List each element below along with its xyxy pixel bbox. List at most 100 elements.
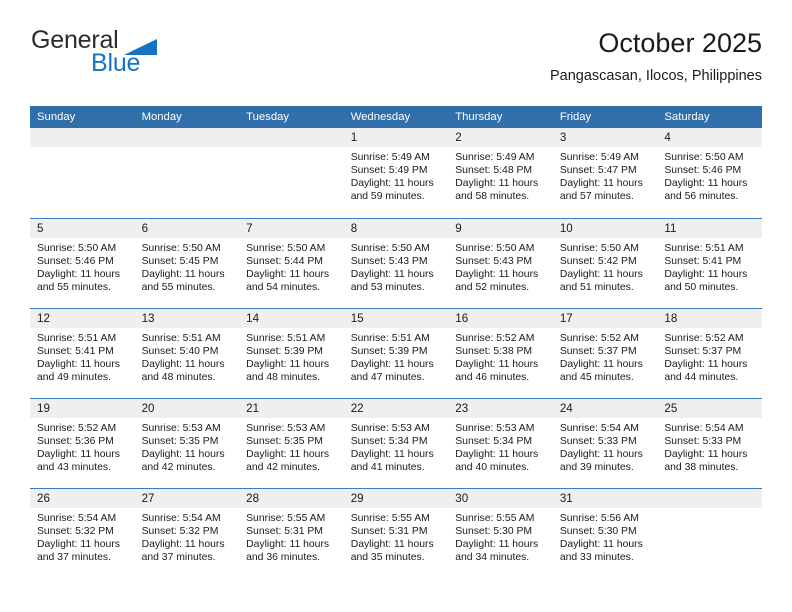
daylight-text-line2: and 43 minutes. bbox=[37, 461, 111, 473]
day-number: 23 bbox=[448, 398, 553, 418]
day-cell-inner bbox=[239, 128, 344, 218]
day-cell-inner: 23 Sunrise: 5:53 AM Sunset: 5:34 PM Dayligh… bbox=[448, 398, 553, 488]
daylight-text-line1: Daylight: 11 hours bbox=[664, 448, 748, 460]
day-number: 28 bbox=[239, 488, 344, 508]
daylight-text-line1: Daylight: 11 hours bbox=[37, 268, 120, 280]
weekday-header-tuesday: Tuesday bbox=[239, 106, 344, 128]
sunset-text: Sunset: 5:43 PM bbox=[455, 255, 533, 267]
daylight-text-line2: and 39 minutes. bbox=[559, 461, 634, 473]
day-number: 1 bbox=[343, 128, 449, 147]
day-number: 4 bbox=[657, 128, 762, 147]
daylight-text-line2: and 51 minutes. bbox=[559, 281, 634, 293]
calendar-day-cell[interactable]: 16 Sunrise: 5:52 AM Sunset: 5:38 PM Dayligh… bbox=[448, 307, 553, 398]
day-number: 29 bbox=[343, 488, 449, 508]
day-details: Sunrise: 5:54 AM Sunset: 5:33 PM Daylight:… bbox=[553, 418, 658, 474]
day-cell-inner: 25 Sunrise: 5:54 AM Sunset: 5:33 PM Dayligh… bbox=[657, 398, 762, 488]
daylight-text-line1: Daylight: 11 hours bbox=[141, 538, 225, 550]
calendar-day-cell[interactable]: 28 Sunrise: 5:55 AM Sunset: 5:31 PM Dayligh… bbox=[239, 487, 344, 579]
daylight-text-line1: Daylight: 11 hours bbox=[246, 268, 330, 280]
day-number bbox=[134, 128, 240, 147]
daylight-text-line2: and 52 minutes. bbox=[455, 281, 530, 293]
daylight-text-line2: and 44 minutes. bbox=[664, 371, 739, 383]
daylight-text-line2: and 42 minutes. bbox=[141, 461, 216, 473]
calendar-day-cell[interactable]: 20 Sunrise: 5:53 AM Sunset: 5:35 PM Dayligh… bbox=[134, 397, 240, 488]
sunset-text: Sunset: 5:39 PM bbox=[350, 345, 428, 357]
calendar-day-cell[interactable]: 3 Sunrise: 5:49 AM Sunset: 5:47 PM Daylight… bbox=[552, 128, 658, 218]
daylight-text-line2: and 57 minutes. bbox=[559, 191, 634, 203]
sunset-text: Sunset: 5:32 PM bbox=[141, 525, 219, 537]
calendar-day-cell[interactable]: 19 Sunrise: 5:52 AM Sunset: 5:36 PM Dayligh… bbox=[30, 397, 135, 488]
calendar-day-cell[interactable]: 18 Sunrise: 5:52 AM Sunset: 5:37 PM Dayligh… bbox=[657, 307, 762, 398]
calendar-table: Sunday Monday Tuesday Wednesday Thursday Frid… bbox=[30, 106, 762, 578]
day-details: Sunrise: 5:50 AM Sunset: 5:43 PM Daylight:… bbox=[448, 238, 553, 294]
day-details: Sunrise: 5:49 AM Sunset: 5:49 PM Daylight:… bbox=[344, 147, 449, 203]
calendar-day-cell[interactable]: 25 Sunrise: 5:54 AM Sunset: 5:33 PM Dayligh… bbox=[657, 397, 762, 488]
day-cell-inner: 27 Sunrise: 5:54 AM Sunset: 5:32 PM Dayligh… bbox=[134, 488, 240, 579]
calendar-day-cell[interactable]: 27 Sunrise: 5:54 AM Sunset: 5:32 PM Dayligh… bbox=[134, 487, 240, 579]
daylight-text-line2: and 50 minutes. bbox=[664, 281, 739, 293]
day-cell-inner: 16 Sunrise: 5:52 AM Sunset: 5:38 PM Dayligh… bbox=[448, 308, 553, 398]
sunset-text: Sunset: 5:30 PM bbox=[559, 525, 637, 537]
day-cell-inner: 28 Sunrise: 5:55 AM Sunset: 5:31 PM Dayligh… bbox=[239, 488, 344, 579]
calendar-day-cell[interactable]: 1 Sunrise: 5:49 AM Sunset: 5:49 PM Daylight… bbox=[343, 128, 449, 218]
calendar-day-cell[interactable]: 26 Sunrise: 5:54 AM Sunset: 5:32 PM Dayligh… bbox=[30, 487, 135, 578]
day-number: 10 bbox=[552, 218, 658, 238]
day-details: Sunrise: 5:52 AM Sunset: 5:36 PM Daylight:… bbox=[30, 418, 135, 474]
sunrise-text: Sunrise: 5:54 AM bbox=[664, 422, 744, 434]
day-details: Sunrise: 5:51 AM Sunset: 5:41 PM Daylight:… bbox=[657, 238, 762, 294]
calendar-day-cell[interactable]: 24 Sunrise: 5:54 AM Sunset: 5:33 PM Dayligh… bbox=[552, 397, 658, 488]
daylight-text-line1: Daylight: 11 hours bbox=[141, 448, 225, 460]
day-cell-inner: 15 Sunrise: 5:51 AM Sunset: 5:39 PM Dayligh… bbox=[343, 308, 449, 398]
calendar-day-cell[interactable]: 7 Sunrise: 5:50 AM Sunset: 5:44 PM Daylight… bbox=[239, 217, 344, 308]
calendar-day-cell[interactable]: 13 Sunrise: 5:51 AM Sunset: 5:40 PM Dayligh… bbox=[134, 307, 240, 398]
daylight-text-line1: Daylight: 11 hours bbox=[246, 448, 330, 460]
daylight-text-line2: and 55 minutes. bbox=[141, 281, 216, 293]
calendar-day-cell[interactable]: 29 Sunrise: 5:55 AM Sunset: 5:31 PM Dayligh… bbox=[343, 487, 449, 578]
day-cell-inner: 1 Sunrise: 5:49 AM Sunset: 5:49 PM Daylight… bbox=[343, 128, 449, 218]
sunrise-text: Sunrise: 5:49 AM bbox=[350, 152, 430, 163]
calendar-day-cell[interactable]: 30 Sunrise: 5:55 AM Sunset: 5:30 PM Dayligh… bbox=[448, 487, 553, 578]
sunset-text: Sunset: 5:34 PM bbox=[350, 435, 428, 447]
sunset-text: Sunset: 5:44 PM bbox=[246, 255, 323, 267]
day-number: 7 bbox=[239, 218, 344, 238]
calendar-day-cell[interactable]: 6 Sunrise: 5:50 AM Sunset: 5:45 PM Daylight… bbox=[134, 217, 240, 308]
calendar-day-cell[interactable]: 23 Sunrise: 5:53 AM Sunset: 5:34 PM Dayligh… bbox=[448, 397, 553, 488]
day-details: Sunrise: 5:49 AM Sunset: 5:47 PM Daylight:… bbox=[553, 147, 658, 203]
daylight-text-line1: Daylight: 11 hours bbox=[37, 448, 120, 460]
calendar-day-cell[interactable]: 11 Sunrise: 5:51 AM Sunset: 5:41 PM Dayligh… bbox=[657, 217, 762, 308]
day-number bbox=[30, 128, 135, 147]
calendar-day-cell[interactable]: 5 Sunrise: 5:50 AM Sunset: 5:46 PM Daylight… bbox=[30, 217, 135, 308]
calendar-day-cell[interactable]: 17 Sunrise: 5:52 AM Sunset: 5:37 PM Dayligh… bbox=[552, 307, 658, 398]
day-cell-inner: 5 Sunrise: 5:50 AM Sunset: 5:46 PM Daylight… bbox=[30, 218, 135, 308]
sunrise-text: Sunrise: 5:56 AM bbox=[559, 512, 639, 524]
calendar-day-cell[interactable]: 12 Sunrise: 5:51 AM Sunset: 5:41 PM Dayligh… bbox=[30, 307, 135, 398]
daylight-text-line1: Daylight: 11 hours bbox=[455, 178, 539, 190]
daylight-text-line1: Daylight: 11 hours bbox=[455, 268, 539, 280]
day-cell-inner: 18 Sunrise: 5:52 AM Sunset: 5:37 PM Dayligh… bbox=[657, 308, 762, 398]
daylight-text-line1: Daylight: 11 hours bbox=[559, 178, 643, 190]
sunrise-text: Sunrise: 5:53 AM bbox=[141, 422, 221, 434]
calendar-day-cell[interactable]: 31 Sunrise: 5:56 AM Sunset: 5:30 PM Dayligh… bbox=[552, 487, 658, 578]
daylight-text-line1: Daylight: 11 hours bbox=[141, 358, 225, 370]
sunrise-text: Sunrise: 5:50 AM bbox=[350, 242, 430, 254]
daylight-text-line1: Daylight: 11 hours bbox=[559, 538, 643, 550]
calendar-day-cell[interactable]: 8 Sunrise: 5:50 AM Sunset: 5:43 PM Daylight… bbox=[343, 217, 449, 308]
general-blue-logo[interactable]: General Blue bbox=[30, 28, 260, 88]
daylight-text-line2: and 53 minutes. bbox=[350, 281, 425, 293]
day-number bbox=[239, 128, 344, 147]
calendar-day-cell[interactable]: 15 Sunrise: 5:51 AM Sunset: 5:39 PM Dayligh… bbox=[343, 307, 449, 398]
daylight-text-line1: Daylight: 11 hours bbox=[246, 538, 330, 550]
sunrise-text: Sunrise: 5:55 AM bbox=[455, 512, 535, 524]
sunset-text: Sunset: 5:43 PM bbox=[350, 255, 428, 267]
daylight-text-line1: Daylight: 11 hours bbox=[246, 358, 330, 370]
calendar-day-cell[interactable]: 9 Sunrise: 5:50 AM Sunset: 5:43 PM Daylight… bbox=[448, 217, 553, 308]
daylight-text-line1: Daylight: 11 hours bbox=[141, 268, 225, 280]
calendar-day-cell[interactable]: 21 Sunrise: 5:53 AM Sunset: 5:35 PM Dayligh… bbox=[239, 397, 344, 488]
calendar-day-cell[interactable]: 10 Sunrise: 5:50 AM Sunset: 5:42 PM Dayligh… bbox=[552, 217, 658, 308]
calendar-day-cell[interactable]: 4 Sunrise: 5:50 AM Sunset: 5:46 PM Daylight… bbox=[657, 128, 762, 218]
calendar-day-cell[interactable]: 2 Sunrise: 5:49 AM Sunset: 5:48 PM Daylight… bbox=[448, 128, 553, 218]
day-cell-inner: 24 Sunrise: 5:54 AM Sunset: 5:33 PM Dayligh… bbox=[552, 398, 658, 488]
calendar-day-cell[interactable]: 14 Sunrise: 5:51 AM Sunset: 5:39 PM Dayligh… bbox=[239, 307, 344, 398]
title-block: October 2025 Pangascasan, Ilocos, Philip… bbox=[550, 28, 762, 85]
calendar-day-cell[interactable]: 22 Sunrise: 5:53 AM Sunset: 5:34 PM Dayligh… bbox=[343, 397, 449, 488]
